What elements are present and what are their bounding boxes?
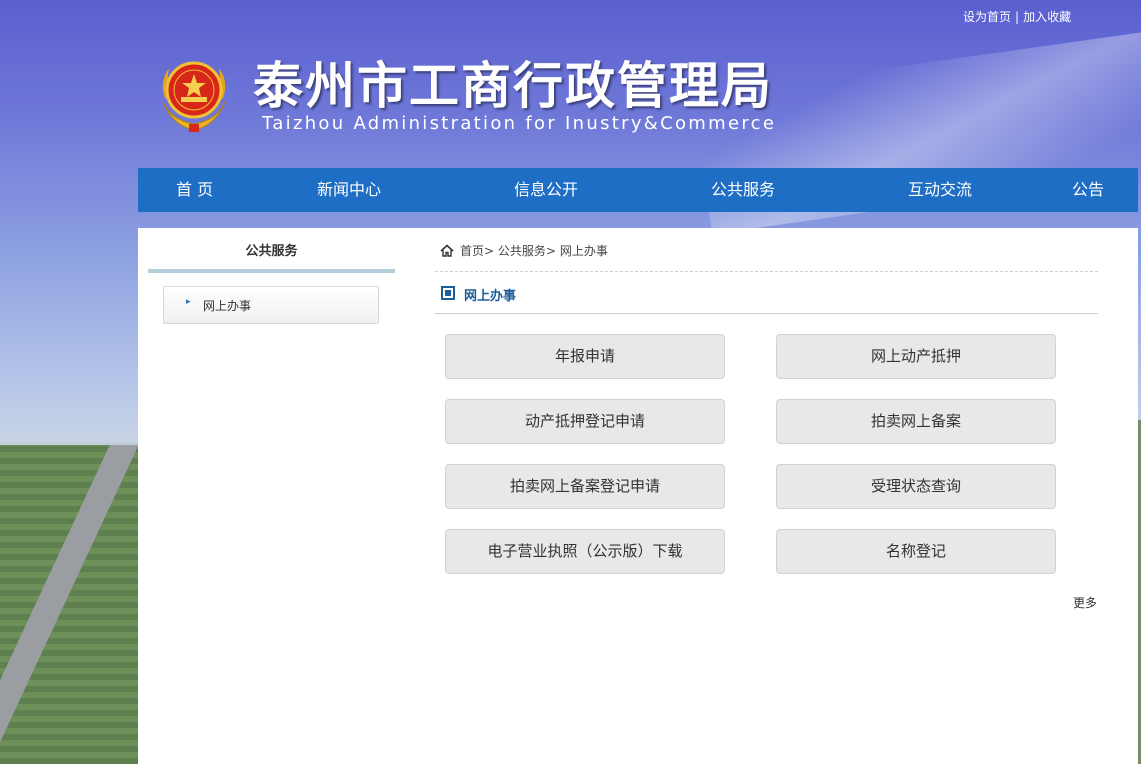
section-divider <box>435 313 1098 314</box>
breadcrumb: 首页> 公共服务> 网上办事 <box>440 242 608 260</box>
top-links: 设为首页 | 加入收藏 <box>963 8 1071 25</box>
service-button-e-license-download[interactable]: 电子营业执照（公示版）下载 <box>445 529 725 574</box>
chevron-right-icon: ▸ <box>186 297 191 307</box>
section-title: 网上办事 <box>464 289 517 304</box>
nav-item-public-service[interactable]: 公共服务 <box>711 168 775 212</box>
breadcrumb-separator: > <box>484 244 495 258</box>
home-icon[interactable] <box>440 244 454 260</box>
content-panel: 公共服务 ▸ 网上办事 首页> 公共服务> 网上办事 网上办事 年报申请 网上动… <box>138 228 1138 764</box>
service-button-annual-report[interactable]: 年报申请 <box>445 334 725 379</box>
nav-item-notice[interactable]: 公告 <box>1072 168 1104 212</box>
background-city-image <box>0 445 140 764</box>
service-button-auction-filing[interactable]: 拍卖网上备案 <box>776 399 1056 444</box>
sidebar-item-online-service[interactable]: ▸ 网上办事 <box>163 286 379 324</box>
add-favorite-link[interactable]: 加入收藏 <box>1023 10 1071 24</box>
site-title: 泰州市工商行政管理局 <box>253 57 773 115</box>
nav-item-news[interactable]: 新闻中心 <box>317 168 381 212</box>
nav-item-info[interactable]: 信息公开 <box>514 168 578 212</box>
nav-item-home[interactable]: 首 页 <box>176 168 213 212</box>
main-nav: 首 页 新闻中心 信息公开 公共服务 互动交流 公告 <box>138 168 1138 212</box>
service-button-online-chattel-mortgage[interactable]: 网上动产抵押 <box>776 334 1056 379</box>
service-button-auction-filing-registration[interactable]: 拍卖网上备案登记申请 <box>445 464 725 509</box>
more-link[interactable]: 更多 <box>1073 594 1097 611</box>
service-button-status-query[interactable]: 受理状态查询 <box>776 464 1056 509</box>
top-links-separator: | <box>1015 10 1020 24</box>
breadcrumb-public-service[interactable]: 公共服务 <box>498 244 546 258</box>
set-home-link[interactable]: 设为首页 <box>963 10 1011 24</box>
service-button-name-registration[interactable]: 名称登记 <box>776 529 1056 574</box>
breadcrumb-home[interactable]: 首页 <box>460 244 484 258</box>
breadcrumb-current: 网上办事 <box>559 244 608 258</box>
nav-item-interaction[interactable]: 互动交流 <box>908 168 972 212</box>
service-button-mortgage-registration[interactable]: 动产抵押登记申请 <box>445 399 725 444</box>
square-icon <box>441 286 455 300</box>
sidebar-item-label: 网上办事 <box>203 299 252 313</box>
breadcrumb-separator: > <box>545 244 556 258</box>
national-emblem-icon <box>155 52 233 134</box>
sidebar-title: 公共服务 <box>245 244 298 259</box>
sidebar-divider <box>148 269 395 273</box>
site-subtitle: Taizhou Administration for Inustry&Comme… <box>262 113 777 134</box>
dashed-divider <box>435 271 1098 272</box>
